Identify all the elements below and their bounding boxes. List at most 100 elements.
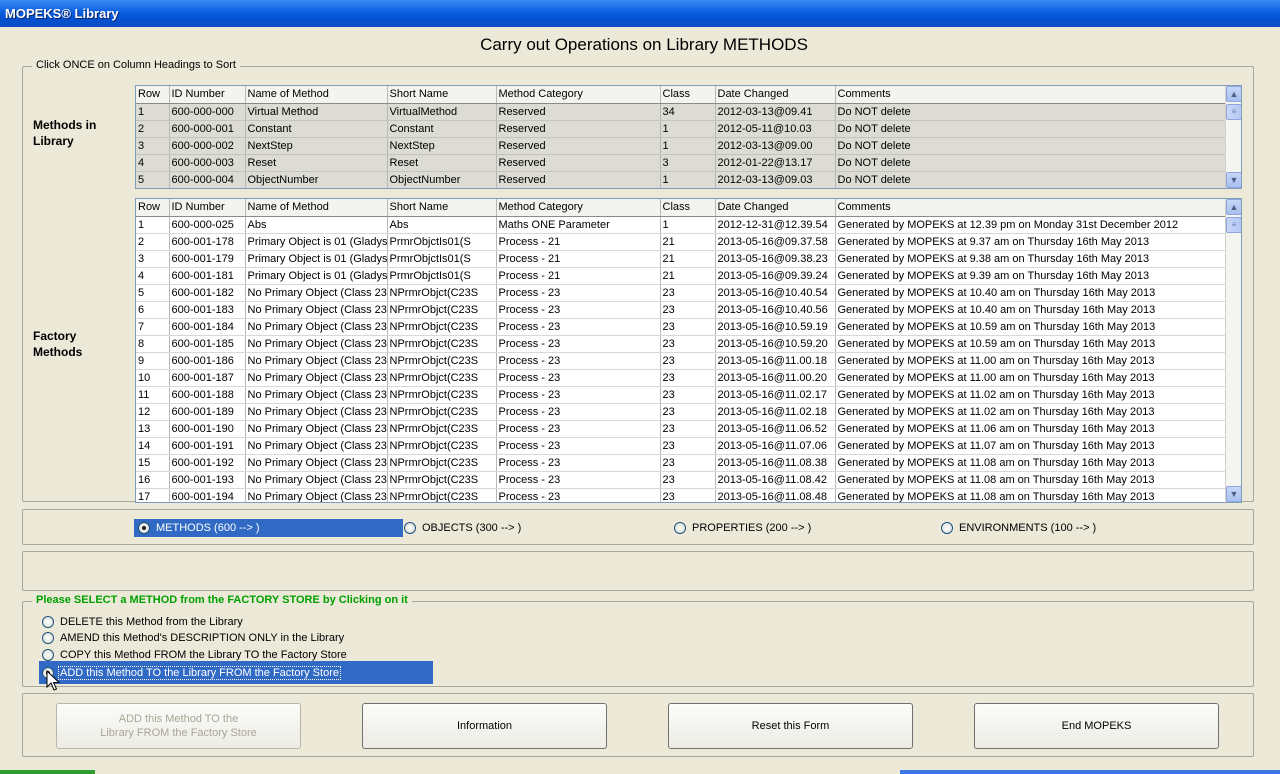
table-cell[interactable]: 600-000-004 (169, 171, 246, 188)
table-cell[interactable]: 2013-05-16@09.37.58 (715, 233, 836, 251)
table-cell[interactable]: 3 (660, 154, 716, 172)
table-cell[interactable]: 2013-05-16@11.02.18 (715, 403, 836, 421)
table-cell[interactable]: 23 (660, 471, 716, 489)
table-cell[interactable]: 4 (136, 267, 170, 285)
table-cell[interactable]: 2013-05-16@11.08.48 (715, 488, 836, 502)
table-cell[interactable]: No Primary Object (Class 23 (245, 318, 388, 336)
table-cell[interactable]: Generated by MOPEKS at 12.39 pm on Monda… (835, 216, 1227, 234)
table-cell[interactable]: 21 (660, 233, 716, 251)
library-header-row[interactable]: Row ID Number Name of Method Short Name Meth… (136, 86, 1227, 104)
table-cell[interactable]: 23 (660, 369, 716, 387)
table-cell[interactable]: Generated by MOPEKS at 9.39 am on Thursd… (835, 267, 1227, 285)
table-cell[interactable]: 600-000-003 (169, 154, 246, 172)
factory-column-header[interactable]: Short Name (387, 199, 497, 217)
table-row[interactable]: 16 600-001-193 No Primary Object (Class 23… (136, 471, 1227, 489)
table-cell[interactable]: Generated by MOPEKS at 11.00 am on Thurs… (835, 369, 1227, 387)
factory-methods-grid[interactable]: Row ID Number Name of Method Short Name Meth… (135, 198, 1242, 503)
table-cell[interactable]: Process - 21 (496, 233, 661, 251)
table-cell[interactable]: 16 (136, 471, 170, 489)
table-cell[interactable]: 4 (136, 154, 170, 172)
table-cell[interactable]: Process - 23 (496, 437, 661, 455)
table-cell[interactable]: 600-001-178 (169, 233, 246, 251)
table-cell[interactable]: 2013-05-16@09.39.24 (715, 267, 836, 285)
table-cell[interactable]: Reserved (496, 137, 661, 155)
library-column-header[interactable]: Date Changed (715, 86, 836, 104)
table-row[interactable]: 1 600-000-000 Virtual Method VirtualMethod R… (136, 103, 1227, 121)
table-cell[interactable]: 6 (136, 301, 170, 319)
table-row[interactable]: 3 600-000-002 NextStep NextStep Reserved 1 201… (136, 137, 1227, 155)
table-cell[interactable]: 12 (136, 403, 170, 421)
table-cell[interactable]: Generated by MOPEKS at 10.40 am on Thurs… (835, 284, 1227, 302)
table-cell[interactable]: 2012-03-13@09.41 (715, 103, 836, 121)
radio-amend-method[interactable]: AMEND this Method's DESCRIPTION ONLY in … (38, 630, 344, 646)
factory-column-header[interactable]: Method Category (496, 199, 661, 217)
table-cell[interactable]: Reset (387, 154, 497, 172)
table-cell[interactable]: NPrmrObjct(C23S (387, 369, 497, 387)
table-cell[interactable]: 2013-05-16@11.06.52 (715, 420, 836, 438)
table-cell[interactable]: Process - 21 (496, 267, 661, 285)
table-cell[interactable]: PrmrObjctIs01(S (387, 267, 497, 285)
table-cell[interactable]: No Primary Object (Class 23 (245, 420, 388, 438)
table-cell[interactable]: 2013-05-16@11.08.42 (715, 471, 836, 489)
table-row[interactable]: 3 600-001-179 Primary Object is 01 (Gladys… (136, 250, 1227, 268)
table-cell[interactable]: 600-000-025 (169, 216, 246, 234)
table-cell[interactable]: Process - 23 (496, 454, 661, 472)
table-cell[interactable]: 23 (660, 386, 716, 404)
table-cell[interactable]: Generated by MOPEKS at 11.08 am on Thurs… (835, 471, 1227, 489)
table-cell[interactable]: Process - 23 (496, 369, 661, 387)
table-cell[interactable]: 23 (660, 352, 716, 370)
table-cell[interactable]: 3 (136, 137, 170, 155)
table-cell[interactable]: NPrmrObjct(C23S (387, 318, 497, 336)
table-cell[interactable]: Process - 23 (496, 335, 661, 353)
end-mopeks-button[interactable]: End MOPEKS (974, 703, 1219, 749)
table-row[interactable]: 15 600-001-192 No Primary Object (Class 23… (136, 454, 1227, 472)
table-cell[interactable]: No Primary Object (Class 23 (245, 488, 388, 502)
table-cell[interactable]: 2012-03-13@09.00 (715, 137, 836, 155)
table-cell[interactable]: NPrmrObjct(C23S (387, 301, 497, 319)
table-cell[interactable]: No Primary Object (Class 23 (245, 454, 388, 472)
table-cell[interactable]: No Primary Object (Class 23 (245, 369, 388, 387)
table-cell[interactable]: Do NOT delete (835, 154, 1227, 172)
table-cell[interactable]: Do NOT delete (835, 103, 1227, 121)
table-cell[interactable]: NPrmrObjct(C23S (387, 471, 497, 489)
table-cell[interactable]: NextStep (387, 137, 497, 155)
radio-environments[interactable]: ENVIRONMENTS (100 --> ) (937, 520, 1096, 536)
table-cell[interactable]: Generated by MOPEKS at 11.06 am on Thurs… (835, 420, 1227, 438)
table-cell[interactable]: 600-001-193 (169, 471, 246, 489)
table-cell[interactable]: Reserved (496, 103, 661, 121)
table-cell[interactable]: Generated by MOPEKS at 9.37 am on Thursd… (835, 233, 1227, 251)
factory-table-body[interactable]: 1 600-000-025 Abs Abs Maths ONE Parameter 1 20… (136, 216, 1227, 502)
table-cell[interactable]: 2013-05-16@11.08.38 (715, 454, 836, 472)
table-cell[interactable]: Generated by MOPEKS at 11.02 am on Thurs… (835, 386, 1227, 404)
table-row[interactable]: 5 600-000-004 ObjectNumber ObjectNumber Rese… (136, 171, 1227, 188)
table-cell[interactable]: 17 (136, 488, 170, 502)
factory-header-row[interactable]: Row ID Number Name of Method Short Name Meth… (136, 199, 1227, 217)
table-cell[interactable]: Reserved (496, 171, 661, 188)
table-cell[interactable]: Do NOT delete (835, 120, 1227, 138)
table-cell[interactable]: 15 (136, 454, 170, 472)
table-cell[interactable]: No Primary Object (Class 23 (245, 386, 388, 404)
table-cell[interactable]: Process - 23 (496, 386, 661, 404)
table-cell[interactable]: NPrmrObjct(C23S (387, 386, 497, 404)
table-cell[interactable]: Primary Object is 01 (Gladys (245, 267, 388, 285)
table-cell[interactable]: No Primary Object (Class 23 (245, 284, 388, 302)
table-row[interactable]: 1 600-000-025 Abs Abs Maths ONE Parameter 1 20… (136, 216, 1227, 234)
table-cell[interactable]: 23 (660, 437, 716, 455)
radio-methods[interactable]: METHODS (600 --> ) (134, 519, 403, 537)
table-cell[interactable]: Process - 23 (496, 284, 661, 302)
table-row[interactable]: 14 600-001-191 No Primary Object (Class 23… (136, 437, 1227, 455)
table-cell[interactable]: Process - 21 (496, 250, 661, 268)
table-cell[interactable]: 23 (660, 335, 716, 353)
table-cell[interactable]: Reset (245, 154, 388, 172)
table-cell[interactable]: Primary Object is 01 (Gladys (245, 250, 388, 268)
table-cell[interactable]: ObjectNumber (387, 171, 497, 188)
table-cell[interactable]: 2013-05-16@11.02.17 (715, 386, 836, 404)
table-cell[interactable]: 2012-12-31@12.39.54 (715, 216, 836, 234)
table-cell[interactable]: Process - 23 (496, 403, 661, 421)
table-cell[interactable]: NPrmrObjct(C23S (387, 454, 497, 472)
factory-column-header[interactable]: Row (136, 199, 170, 217)
reset-form-button[interactable]: Reset this Form (668, 703, 913, 749)
table-cell[interactable]: No Primary Object (Class 23 (245, 335, 388, 353)
table-cell[interactable]: 2013-05-16@09.38.23 (715, 250, 836, 268)
radio-delete-method[interactable]: DELETE this Method from the Library (38, 614, 243, 630)
